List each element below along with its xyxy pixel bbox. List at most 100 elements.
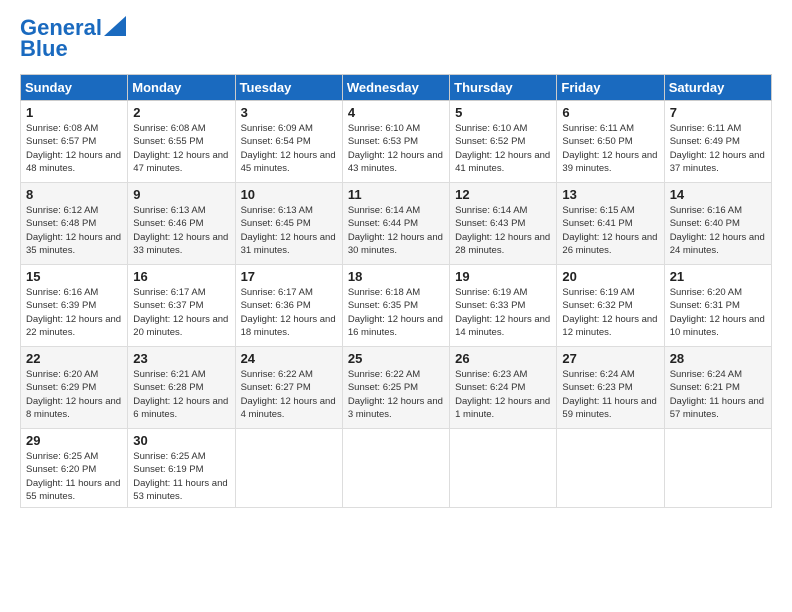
- day-info: Sunrise: 6:22 AMSunset: 6:27 PMDaylight:…: [241, 368, 337, 421]
- day-number: 26: [455, 351, 551, 366]
- day-number: 12: [455, 187, 551, 202]
- calendar-cell: 6 Sunrise: 6:11 AMSunset: 6:50 PMDaylight…: [557, 101, 664, 183]
- calendar-week-row: 29 Sunrise: 6:25 AMSunset: 6:20 PMDayligh…: [21, 429, 772, 508]
- day-number: 30: [133, 433, 229, 448]
- day-number: 11: [348, 187, 444, 202]
- day-info: Sunrise: 6:17 AMSunset: 6:37 PMDaylight:…: [133, 286, 229, 339]
- col-sunday: Sunday: [21, 75, 128, 101]
- day-info: Sunrise: 6:13 AMSunset: 6:46 PMDaylight:…: [133, 204, 229, 257]
- calendar-week-row: 22 Sunrise: 6:20 AMSunset: 6:29 PMDayligh…: [21, 347, 772, 429]
- day-number: 24: [241, 351, 337, 366]
- day-info: Sunrise: 6:24 AMSunset: 6:21 PMDaylight:…: [670, 368, 766, 421]
- day-info: Sunrise: 6:19 AMSunset: 6:33 PMDaylight:…: [455, 286, 551, 339]
- calendar-cell: 13Sunrise: 6:15 AMSunset: 6:41 PMDayligh…: [557, 183, 664, 265]
- day-info: Sunrise: 6:20 AMSunset: 6:31 PMDaylight:…: [670, 286, 766, 339]
- calendar-cell: 3 Sunrise: 6:09 AMSunset: 6:54 PMDaylight…: [235, 101, 342, 183]
- day-info: Sunrise: 6:08 AMSunset: 6:55 PMDaylight:…: [133, 122, 229, 175]
- calendar-cell: 20Sunrise: 6:19 AMSunset: 6:32 PMDayligh…: [557, 265, 664, 347]
- col-saturday: Saturday: [664, 75, 771, 101]
- calendar-cell: 7 Sunrise: 6:11 AMSunset: 6:49 PMDaylight…: [664, 101, 771, 183]
- day-info: Sunrise: 6:24 AMSunset: 6:23 PMDaylight:…: [562, 368, 658, 421]
- day-info: Sunrise: 6:10 AMSunset: 6:53 PMDaylight:…: [348, 122, 444, 175]
- day-number: 8: [26, 187, 122, 202]
- day-info: Sunrise: 6:15 AMSunset: 6:41 PMDaylight:…: [562, 204, 658, 257]
- day-info: Sunrise: 6:17 AMSunset: 6:36 PMDaylight:…: [241, 286, 337, 339]
- day-number: 9: [133, 187, 229, 202]
- day-info: Sunrise: 6:12 AMSunset: 6:48 PMDaylight:…: [26, 204, 122, 257]
- calendar-week-row: 15 Sunrise: 6:16 AMSunset: 6:39 PMDayligh…: [21, 265, 772, 347]
- day-number: 6: [562, 105, 658, 120]
- day-info: Sunrise: 6:09 AMSunset: 6:54 PMDaylight:…: [241, 122, 337, 175]
- col-monday: Monday: [128, 75, 235, 101]
- day-number: 14: [670, 187, 766, 202]
- calendar-cell: 17 Sunrise: 6:17 AMSunset: 6:36 PMDayligh…: [235, 265, 342, 347]
- day-info: Sunrise: 6:08 AMSunset: 6:57 PMDaylight:…: [26, 122, 122, 175]
- logo: General Blue: [20, 16, 126, 62]
- calendar-cell: [664, 429, 771, 508]
- calendar-cell: 4Sunrise: 6:10 AMSunset: 6:53 PMDaylight…: [342, 101, 449, 183]
- day-number: 10: [241, 187, 337, 202]
- calendar-cell: 5 Sunrise: 6:10 AMSunset: 6:52 PMDaylight…: [450, 101, 557, 183]
- day-info: Sunrise: 6:10 AMSunset: 6:52 PMDaylight:…: [455, 122, 551, 175]
- day-info: Sunrise: 6:16 AMSunset: 6:40 PMDaylight:…: [670, 204, 766, 257]
- calendar-cell: 11 Sunrise: 6:14 AMSunset: 6:44 PMDayligh…: [342, 183, 449, 265]
- col-wednesday: Wednesday: [342, 75, 449, 101]
- day-info: Sunrise: 6:19 AMSunset: 6:32 PMDaylight:…: [562, 286, 658, 339]
- calendar-cell: [342, 429, 449, 508]
- day-info: Sunrise: 6:11 AMSunset: 6:50 PMDaylight:…: [562, 122, 658, 175]
- calendar-table: Sunday Monday Tuesday Wednesday Thursday…: [20, 74, 772, 508]
- calendar-cell: 19 Sunrise: 6:19 AMSunset: 6:33 PMDayligh…: [450, 265, 557, 347]
- day-number: 17: [241, 269, 337, 284]
- calendar-cell: 8 Sunrise: 6:12 AMSunset: 6:48 PMDaylight…: [21, 183, 128, 265]
- day-info: Sunrise: 6:14 AMSunset: 6:44 PMDaylight:…: [348, 204, 444, 257]
- day-number: 21: [670, 269, 766, 284]
- day-number: 7: [670, 105, 766, 120]
- day-info: Sunrise: 6:22 AMSunset: 6:25 PMDaylight:…: [348, 368, 444, 421]
- calendar-cell: 21 Sunrise: 6:20 AMSunset: 6:31 PMDayligh…: [664, 265, 771, 347]
- calendar-week-row: 8 Sunrise: 6:12 AMSunset: 6:48 PMDaylight…: [21, 183, 772, 265]
- day-number: 3: [241, 105, 337, 120]
- day-number: 18: [348, 269, 444, 284]
- day-info: Sunrise: 6:25 AMSunset: 6:19 PMDaylight:…: [133, 450, 229, 503]
- day-number: 23: [133, 351, 229, 366]
- calendar-cell: 22 Sunrise: 6:20 AMSunset: 6:29 PMDayligh…: [21, 347, 128, 429]
- day-info: Sunrise: 6:13 AMSunset: 6:45 PMDaylight:…: [241, 204, 337, 257]
- day-number: 16: [133, 269, 229, 284]
- day-info: Sunrise: 6:16 AMSunset: 6:39 PMDaylight:…: [26, 286, 122, 339]
- day-number: 19: [455, 269, 551, 284]
- page-container: General Blue Sunday Monday Tuesday Wedne…: [0, 0, 792, 518]
- calendar-cell: 9 Sunrise: 6:13 AMSunset: 6:46 PMDaylight…: [128, 183, 235, 265]
- calendar-cell: 2Sunrise: 6:08 AMSunset: 6:55 PMDaylight…: [128, 101, 235, 183]
- day-info: Sunrise: 6:18 AMSunset: 6:35 PMDaylight:…: [348, 286, 444, 339]
- day-number: 1: [26, 105, 122, 120]
- logo-wing-icon: [104, 16, 126, 36]
- day-info: Sunrise: 6:20 AMSunset: 6:29 PMDaylight:…: [26, 368, 122, 421]
- calendar-header-row: Sunday Monday Tuesday Wednesday Thursday…: [21, 75, 772, 101]
- day-info: Sunrise: 6:11 AMSunset: 6:49 PMDaylight:…: [670, 122, 766, 175]
- calendar-cell: [450, 429, 557, 508]
- header: General Blue: [20, 16, 772, 62]
- day-info: Sunrise: 6:14 AMSunset: 6:43 PMDaylight:…: [455, 204, 551, 257]
- day-info: Sunrise: 6:21 AMSunset: 6:28 PMDaylight:…: [133, 368, 229, 421]
- day-info: Sunrise: 6:25 AMSunset: 6:20 PMDaylight:…: [26, 450, 122, 503]
- calendar-cell: 12 Sunrise: 6:14 AMSunset: 6:43 PMDayligh…: [450, 183, 557, 265]
- calendar-cell: 23 Sunrise: 6:21 AMSunset: 6:28 PMDayligh…: [128, 347, 235, 429]
- calendar-cell: 18 Sunrise: 6:18 AMSunset: 6:35 PMDayligh…: [342, 265, 449, 347]
- calendar-cell: 25 Sunrise: 6:22 AMSunset: 6:25 PMDayligh…: [342, 347, 449, 429]
- calendar-cell: 10 Sunrise: 6:13 AMSunset: 6:45 PMDayligh…: [235, 183, 342, 265]
- col-thursday: Thursday: [450, 75, 557, 101]
- day-number: 25: [348, 351, 444, 366]
- calendar-cell: 30 Sunrise: 6:25 AMSunset: 6:19 PMDayligh…: [128, 429, 235, 508]
- calendar-cell: 28Sunrise: 6:24 AMSunset: 6:21 PMDayligh…: [664, 347, 771, 429]
- day-number: 15: [26, 269, 122, 284]
- calendar-cell: 24 Sunrise: 6:22 AMSunset: 6:27 PMDayligh…: [235, 347, 342, 429]
- day-number: 22: [26, 351, 122, 366]
- calendar-cell: 1 Sunrise: 6:08 AMSunset: 6:57 PMDaylight…: [21, 101, 128, 183]
- day-number: 5: [455, 105, 551, 120]
- day-number: 29: [26, 433, 122, 448]
- calendar-cell: 15 Sunrise: 6:16 AMSunset: 6:39 PMDayligh…: [21, 265, 128, 347]
- calendar-cell: 27Sunrise: 6:24 AMSunset: 6:23 PMDayligh…: [557, 347, 664, 429]
- day-info: Sunrise: 6:23 AMSunset: 6:24 PMDaylight:…: [455, 368, 551, 421]
- calendar-cell: 14 Sunrise: 6:16 AMSunset: 6:40 PMDayligh…: [664, 183, 771, 265]
- calendar-cell: [557, 429, 664, 508]
